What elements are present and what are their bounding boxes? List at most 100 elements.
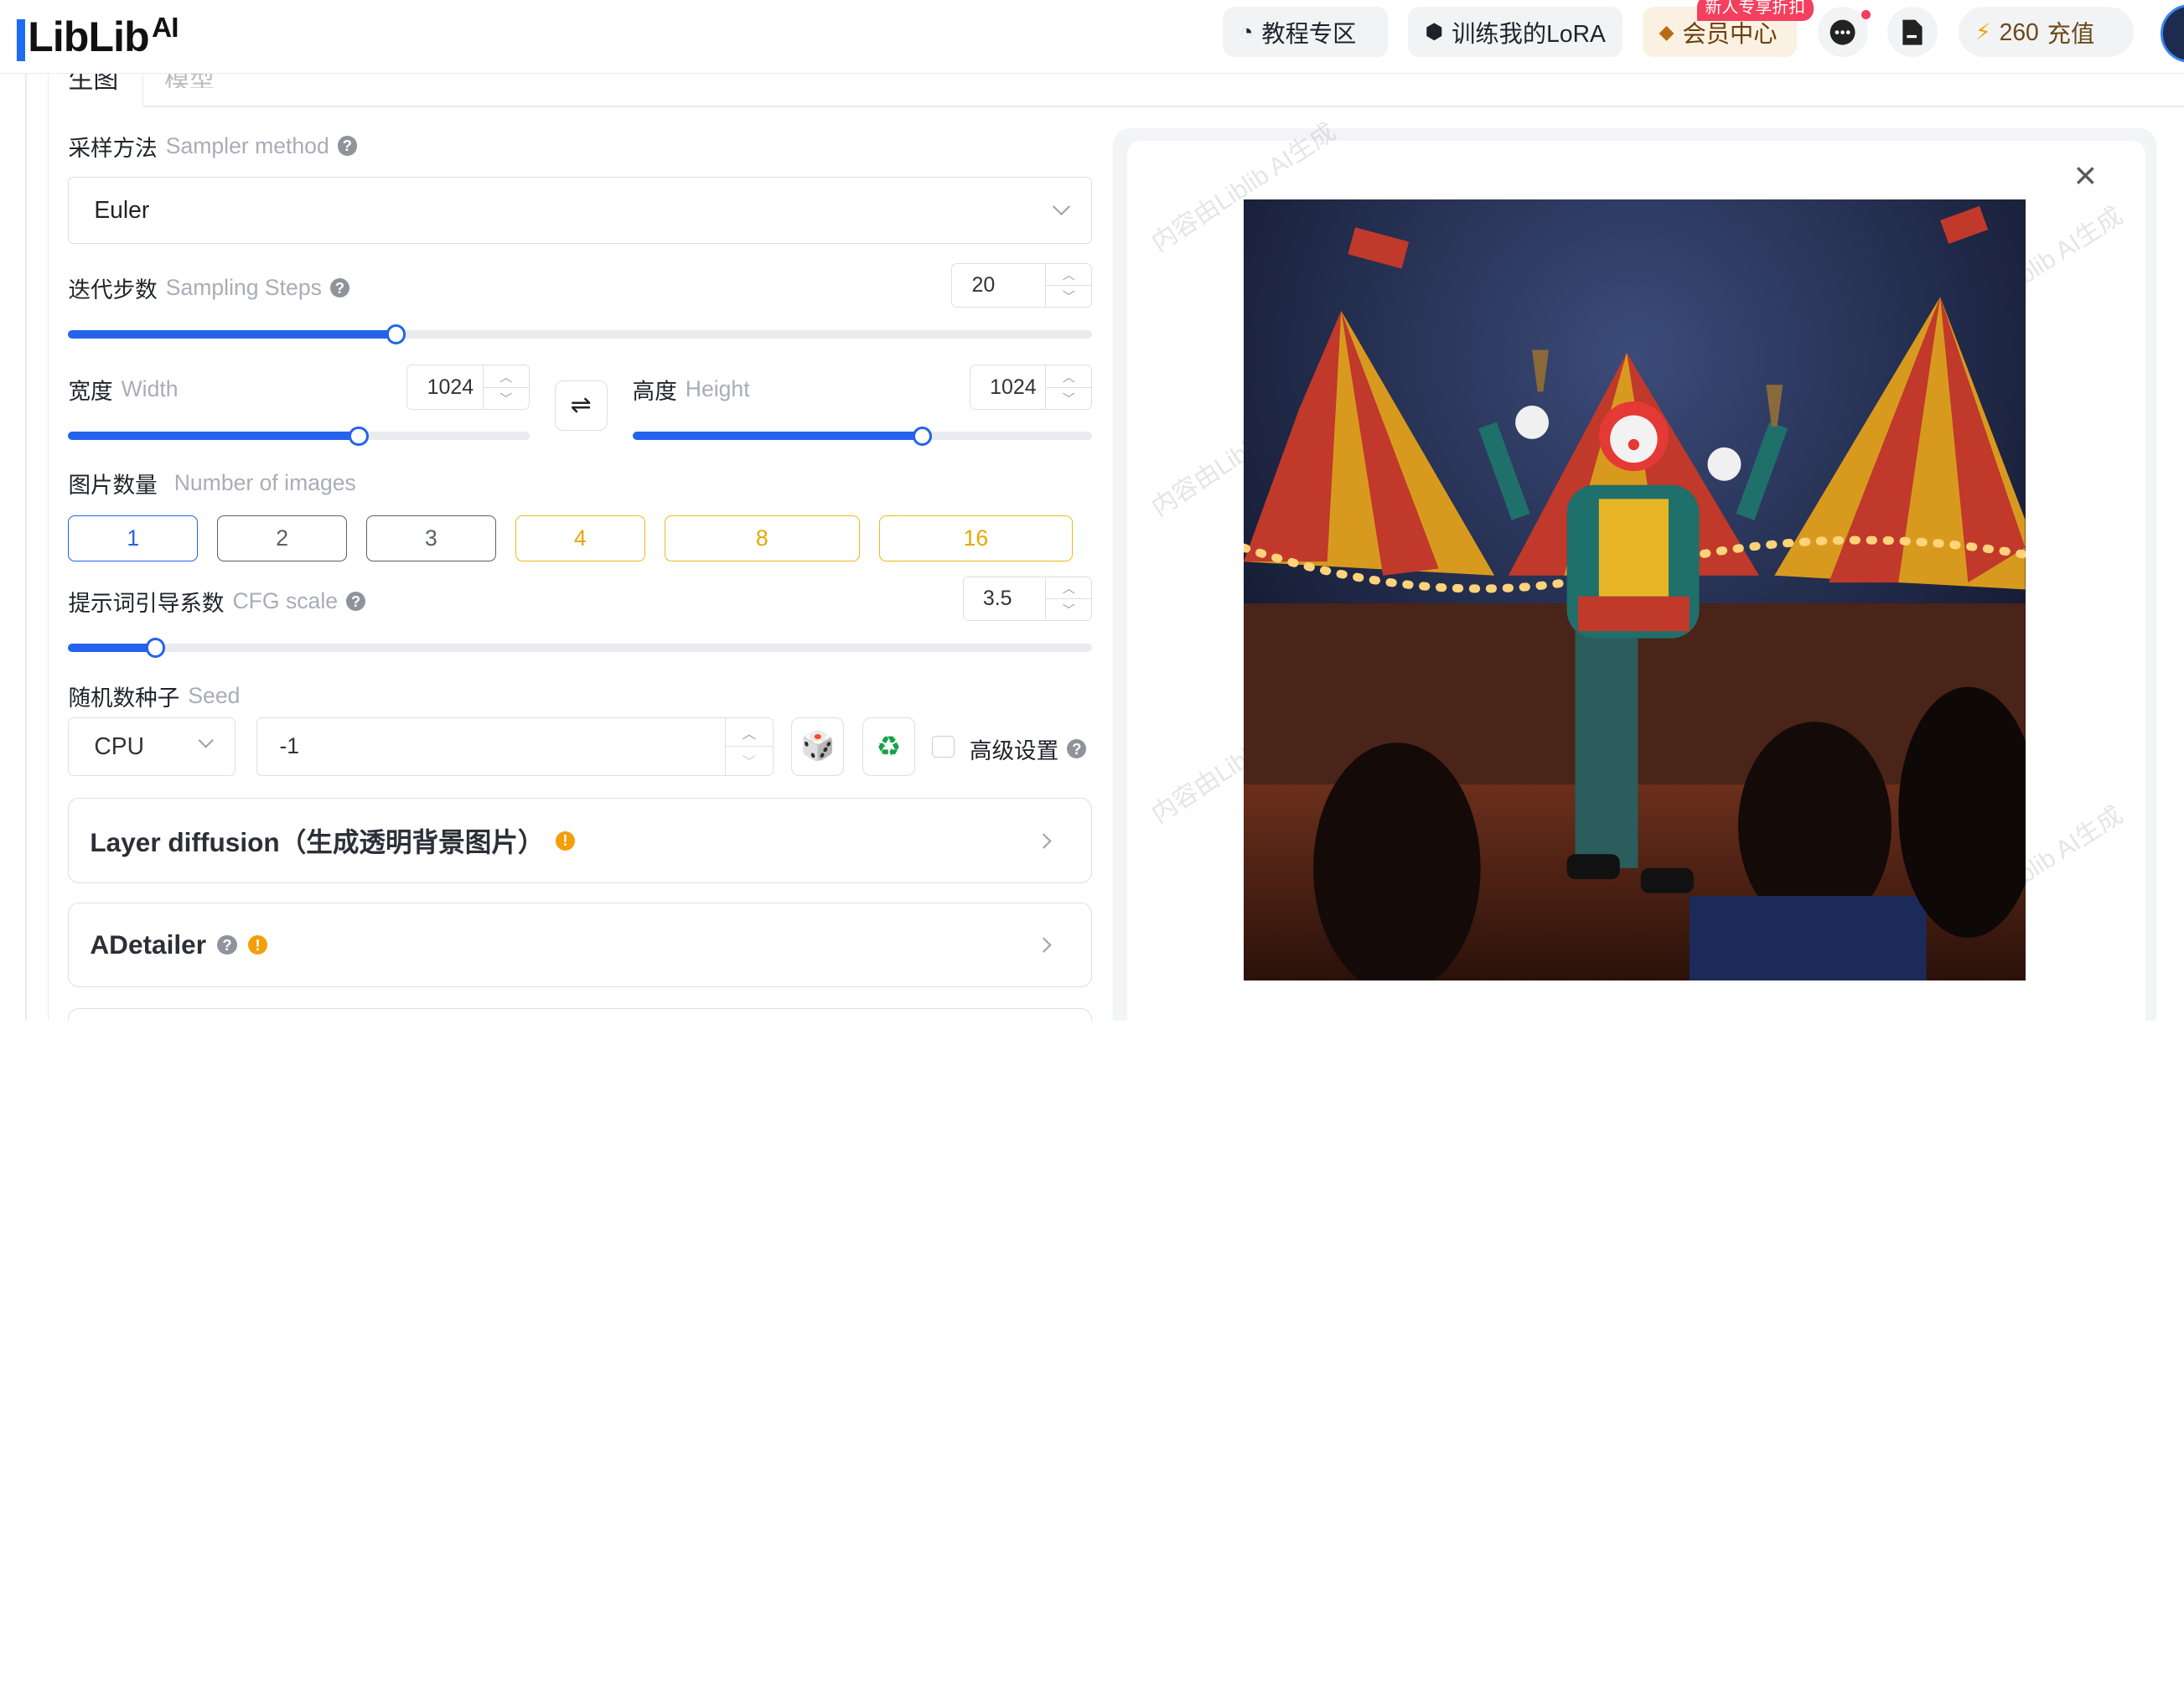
num-images-label-en: Number of images: [174, 470, 356, 496]
liblib-logo[interactable]: LibLib AI: [17, 13, 179, 61]
slider-handle[interactable]: [146, 638, 165, 657]
slider-handle[interactable]: [349, 427, 368, 446]
slider-handle[interactable]: [913, 427, 932, 446]
help-icon[interactable]: ?: [330, 278, 349, 297]
seed-label-cn: 随机数种子: [68, 680, 179, 712]
cfg-slider[interactable]: [68, 644, 1092, 652]
height-label-cn: 高度: [633, 373, 677, 406]
height-slider[interactable]: [633, 432, 1093, 440]
sampler-select[interactable]: Euler: [68, 177, 1092, 244]
recharge-label: 充值: [2047, 15, 2095, 49]
train-lora-label: 训练我的LoRA: [1452, 15, 1606, 49]
slider-fill: [68, 432, 359, 440]
advanced-label-text: 高级设置: [970, 732, 1058, 765]
sampler-value: Euler: [94, 196, 149, 224]
height-value: 1024: [970, 375, 1045, 400]
increment-icon[interactable]: ︿: [1046, 365, 1091, 386]
reuse-seed-button[interactable]: ♻: [862, 717, 915, 776]
recharge-button[interactable]: ⚡ 260 充值: [1959, 7, 2134, 57]
credits-value: 260: [2000, 18, 2039, 46]
vip-promo-badge: 新人专享折扣: [1697, 0, 1814, 21]
clown-circus-illustration: [1244, 199, 2025, 980]
tutorial-label: 教程专区: [1261, 15, 1356, 49]
device-value: CPU: [94, 732, 144, 760]
train-lora-button[interactable]: ⬢ 训练我的LoRA: [1408, 7, 1622, 57]
count-option-2[interactable]: 2: [217, 515, 347, 561]
files-button[interactable]: [1887, 7, 1938, 57]
chevron-down-icon: [1053, 198, 1070, 215]
recycle-icon: ♻: [877, 730, 902, 763]
height-label: 高度 Height: [633, 373, 750, 406]
help-icon[interactable]: ?: [1067, 739, 1086, 758]
cfg-value: 3.5: [964, 587, 1046, 611]
steps-label: 迭代步数 Sampling Steps ?: [68, 272, 349, 304]
slider-fill: [633, 432, 923, 440]
height-label-en: Height: [686, 376, 750, 402]
seed-value: -1: [257, 733, 725, 759]
advanced-label: 高级设置 ?: [970, 732, 1087, 765]
device-select[interactable]: CPU: [68, 717, 235, 776]
increment-icon[interactable]: ︿: [1046, 264, 1091, 285]
seed-label-en: Seed: [188, 683, 240, 709]
decrement-icon[interactable]: ﹀: [484, 387, 529, 409]
count-option-3[interactable]: 3: [366, 515, 496, 561]
left-border: [25, 74, 27, 1021]
adetailer-title: ADetailer: [90, 929, 206, 960]
seed-input[interactable]: -1 ︿﹀: [256, 717, 774, 776]
help-icon[interactable]: ?: [217, 935, 236, 955]
decrement-icon[interactable]: ﹀: [1046, 387, 1091, 409]
decrement-icon[interactable]: ﹀: [1046, 598, 1091, 620]
seed-label: 随机数种子 Seed: [68, 680, 240, 712]
layer-diffusion-title: Layer diffusion（生成透明背景图片）: [90, 821, 544, 860]
increment-icon[interactable]: ︿: [484, 365, 529, 386]
width-label: 宽度 Width: [68, 373, 178, 406]
close-icon[interactable]: ×: [2066, 158, 2105, 197]
height-input[interactable]: 1024 ︿﹀: [970, 365, 1092, 409]
messages-button[interactable]: [1818, 7, 1868, 57]
random-seed-button[interactable]: 🎲: [791, 717, 844, 776]
file-icon: [1900, 18, 1925, 46]
chevron-right-icon: [1037, 833, 1053, 849]
user-avatar[interactable]: [2161, 4, 2184, 63]
logo-text: LibLib: [28, 13, 149, 61]
notification-dot: [1861, 10, 1871, 20]
steps-value: 20: [952, 273, 1045, 297]
chevron-right-icon: [1037, 938, 1053, 954]
count-option-1[interactable]: 1: [68, 515, 198, 561]
num-images-label-cn: 图片数量: [68, 467, 157, 499]
slider-handle[interactable]: [386, 324, 406, 344]
count-option-8[interactable]: 8: [665, 515, 860, 561]
warning-icon: !: [556, 831, 575, 851]
count-option-4[interactable]: 4: [515, 515, 645, 561]
generated-image[interactable]: [1244, 199, 2025, 980]
chevron-down-icon: [198, 732, 214, 748]
layer-diffusion-card[interactable]: Layer diffusion（生成透明背景图片） !: [68, 798, 1092, 882]
decrement-icon[interactable]: ﹀: [1046, 285, 1091, 307]
count-option-16[interactable]: 16: [879, 515, 1073, 561]
width-slider[interactable]: [68, 432, 529, 440]
steps-slider[interactable]: [68, 330, 1092, 339]
steps-input[interactable]: 20 ︿﹀: [951, 263, 1092, 308]
steps-label-cn: 迭代步数: [68, 272, 157, 304]
cfg-input[interactable]: 3.5 ︿﹀: [963, 577, 1093, 621]
swap-dimensions-button[interactable]: ⇌: [555, 380, 608, 431]
help-icon[interactable]: ?: [346, 592, 365, 611]
increment-icon[interactable]: ︿: [726, 718, 773, 746]
swap-icon: ⇌: [571, 391, 592, 420]
decrement-icon[interactable]: ﹀: [726, 746, 773, 774]
sampler-label-en: Sampler method: [166, 133, 329, 159]
tab-divider: [143, 106, 2184, 107]
top-header: LibLib AI ◔ 教程专区 ⬢ 训练我的LoRA ◆ 会员中心 ⚡ 260…: [0, 0, 2184, 74]
cfg-label-en: CFG scale: [232, 588, 338, 614]
advanced-checkbox[interactable]: [932, 736, 955, 758]
adetailer-card[interactable]: ADetailer ? !: [68, 903, 1092, 987]
increment-icon[interactable]: ︿: [1046, 577, 1091, 598]
next-card[interactable]: [68, 1008, 1092, 1021]
help-icon[interactable]: ?: [338, 136, 357, 155]
width-label-cn: 宽度: [68, 373, 112, 406]
dice-icon: 🎲: [800, 730, 835, 763]
sampler-label-cn: 采样方法: [68, 130, 157, 163]
width-label-en: Width: [122, 376, 179, 402]
tutorial-button[interactable]: ◔ 教程专区: [1223, 7, 1387, 57]
width-input[interactable]: 1024 ︿﹀: [406, 365, 529, 409]
